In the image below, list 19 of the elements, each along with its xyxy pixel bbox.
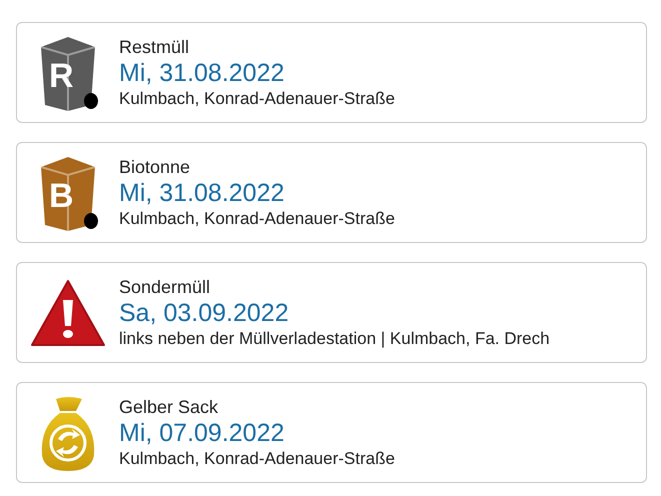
waste-type: Restmüll bbox=[119, 36, 190, 58]
entry-card[interactable]: B Biotonne Mi, 31.08.2022 Kulmbach, Konrad-Adenauer-Straße bbox=[16, 142, 647, 243]
waste-type: Biotonne bbox=[119, 156, 192, 178]
entry-card[interactable]: Sondermüll Sa, 03.09.2022 links neben der Müllverladestation | Kulmbach, Fa. Drech bbox=[16, 262, 647, 363]
pickup-date: Mi, 31.08.2022 bbox=[119, 178, 286, 208]
pickup-location: Kulmbach, Konrad-Adenauer-Straße bbox=[119, 448, 395, 470]
pickup-location: Kulmbach, Konrad-Adenauer-Straße bbox=[119, 88, 395, 110]
entry-card[interactable]: Gelber Sack Mi, 07.09.2022 Kulmbach, Konrad-Adenauer-Straße bbox=[16, 382, 647, 483]
pickup-date: Sa, 03.09.2022 bbox=[119, 298, 290, 328]
bin-letter: B bbox=[49, 178, 74, 212]
pickup-location: links neben der Müllverladestation | Kulmbach, Fa. Drech bbox=[119, 328, 550, 350]
waste-type: Gelber Sack bbox=[119, 396, 220, 418]
warning-icon bbox=[30, 278, 106, 348]
pickup-location: Kulmbach, Konrad-Adenauer-Straße bbox=[119, 208, 395, 230]
waste-type: Sondermüll bbox=[119, 276, 212, 298]
entry-card[interactable]: R Restmüll Mi, 31.08.2022 Kulmbach, Konrad-Adenauer-Straße bbox=[16, 22, 647, 123]
pickup-date: Mi, 07.09.2022 bbox=[119, 418, 286, 448]
bin-letter: R bbox=[49, 58, 74, 92]
pickup-date: Mi, 31.08.2022 bbox=[119, 58, 286, 88]
